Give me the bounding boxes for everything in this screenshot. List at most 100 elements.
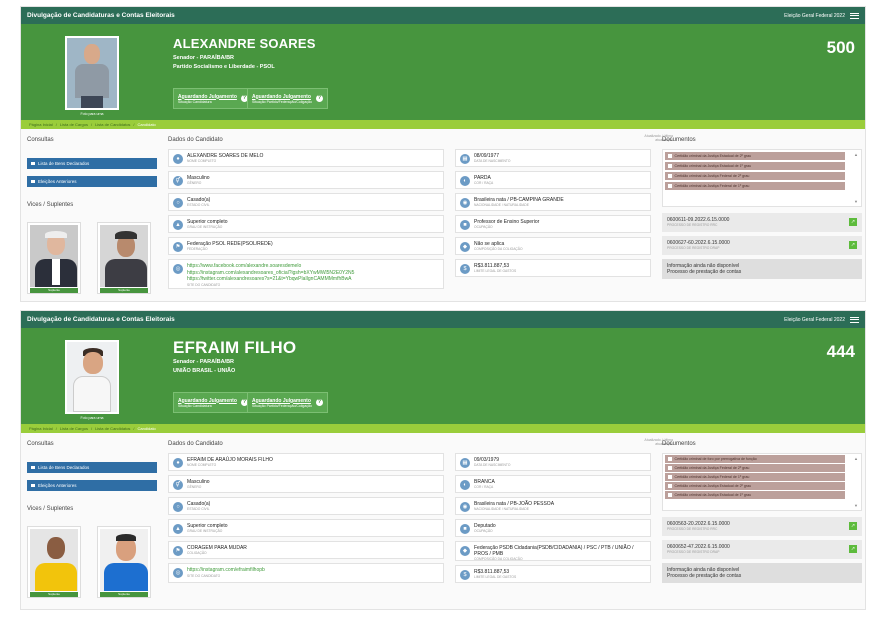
menu-icon[interactable] [850, 12, 859, 19]
candidate-office: Senador - PARAÍBA/BR [173, 359, 235, 365]
race-field: ◐ PARDA Cor / Raça [455, 171, 651, 189]
scroll-up-icon[interactable]: ▲ [854, 152, 858, 157]
scroll-down-icon[interactable]: ▼ [854, 199, 858, 204]
vice-card[interactable]: Suplente [27, 222, 81, 294]
group-icon: ◆ [460, 242, 470, 252]
help-icon[interactable]: ? [315, 399, 323, 406]
list-icon [31, 466, 35, 469]
candidate-number: 500 [826, 38, 855, 57]
document-icon [668, 474, 672, 480]
candidacy-status-button[interactable]: Aguardando Julgamento Situação Candidatur… [173, 88, 253, 109]
document-item[interactable]: Certidão criminal da Justiça Estadual de… [665, 482, 845, 490]
vice-card[interactable]: Suplente [27, 526, 81, 598]
document-icon [668, 483, 672, 489]
scroll-up-icon[interactable]: ▲ [854, 456, 858, 461]
status-subtitle: Situação Candidatura [178, 99, 212, 104]
marital-status-field: ○ Casado(a) Estado civil [168, 193, 444, 211]
open-link-icon[interactable]: ↗ [849, 241, 857, 249]
vice-card[interactable]: Suplente [97, 222, 151, 294]
consultas-title: Consultas [27, 441, 54, 447]
top-bar: Divulgação de Candidaturas e Contas Elei… [21, 311, 865, 328]
process-item[interactable]: 0600627-60.2022.6.15.0000 Processo de reg… [662, 236, 862, 255]
candidate-body: Consultas Dados do Candidato Atualizado … [21, 433, 865, 605]
federation-field: ⚑ Federação PSOL REDE(PSOL/REDE) Federação [168, 237, 444, 255]
candidate-office: Senador - PARAÍBA/BR [173, 55, 235, 61]
document-icon [668, 465, 672, 471]
documents-list[interactable]: Certidão criminal da Justiça Estadual de… [662, 149, 862, 207]
gender-icon: ⚥ [173, 176, 183, 186]
breadcrumb-candidates[interactable]: Lista de Candidatos [95, 122, 130, 127]
education-field: ▲ Superior completo Grau de instrução [168, 215, 444, 233]
candidate-panel: Divulgação de Candidaturas e Contas Elei… [20, 310, 866, 610]
open-link-icon[interactable]: ↗ [849, 522, 857, 530]
breadcrumb: Página Inicial / Lista de Cargos / Lista d… [21, 120, 865, 129]
menu-icon[interactable] [850, 316, 859, 323]
process-item[interactable]: 0600652-47.2022.6.15.0000 Processo de reg… [662, 540, 862, 559]
breadcrumb-home[interactable]: Página Inicial [29, 426, 53, 431]
documentos-title: Documentos [662, 137, 696, 143]
website-link[interactable]: https://instagram.com/efraimfilhopb [187, 567, 265, 574]
website-link[interactable]: https://twitter.com/alexandresoares?s=21… [187, 276, 354, 283]
status-title: Aguardando Julgamento [178, 93, 237, 100]
previous-elections-button[interactable]: Eleições Anteriores [27, 480, 157, 491]
document-item[interactable]: Certidão criminal de foro por prerrogati… [665, 455, 845, 463]
candidate-number: 444 [826, 342, 855, 361]
breadcrumb-offices[interactable]: Lista de Cargos [60, 122, 88, 127]
graduation-icon: ▲ [173, 220, 183, 230]
coalition-field: ◆ Não se aplica Composição da coligação [455, 237, 651, 255]
document-icon [668, 183, 672, 189]
party-status-button[interactable]: Aguardando Julgamento Situação Partido/Fe… [247, 392, 328, 413]
assets-list-button[interactable]: Lista de Bens Declarados [27, 158, 157, 169]
document-item[interactable]: Certidão criminal da Justiça Estadual de… [665, 162, 845, 170]
previous-elections-button[interactable]: Eleições Anteriores [27, 176, 157, 187]
money-icon: $ [460, 264, 470, 274]
breadcrumb-offices[interactable]: Lista de Cargos [60, 426, 88, 431]
vice-card[interactable]: Suplente [97, 526, 151, 598]
documents-list[interactable]: Certidão criminal de foro por prerrogati… [662, 453, 862, 511]
candidate-name: EFRAIM FILHO [173, 338, 297, 357]
document-item[interactable]: Certidão criminal da Justiça Federal de … [665, 464, 845, 472]
palette-icon: ◐ [460, 480, 470, 490]
document-item[interactable]: Certidão criminal da Justiça Federal de … [665, 473, 845, 481]
gender-field: ⚥ Masculino Gênero [168, 475, 444, 493]
candidate-hero: Foto para urna EFRAIM FILHO Senador - PA… [21, 328, 865, 424]
process-item[interactable]: 0600563-20.2022.6.15.0000 Processo de reg… [662, 517, 862, 536]
documentos-title: Documentos [662, 441, 696, 447]
candidate-party: UNIÃO BRASIL - UNIÃO [173, 368, 236, 374]
candidate-hero: Foto para urna ALEXANDRE SOARES Senador … [21, 24, 865, 120]
marital-status-field: ○ Casado(a) Estado civil [168, 497, 444, 515]
election-name[interactable]: Eleição Geral Federal 2022 [784, 317, 845, 323]
ring-icon: ○ [173, 198, 183, 208]
document-item[interactable]: Certidão criminal da Justiça Estadual de… [665, 152, 845, 160]
process-item[interactable]: 0600611-09.2022.6.15.0000 Processo de reg… [662, 213, 862, 232]
breadcrumb-candidates[interactable]: Lista de Candidatos [95, 426, 130, 431]
list-icon [31, 484, 35, 487]
globe-icon: ◎ [173, 264, 183, 274]
assets-list-button[interactable]: Lista de Bens Declarados [27, 462, 157, 473]
status-subtitle: Situação Partido/Federação/Coligação [252, 99, 312, 104]
calendar-icon: ▦ [460, 154, 470, 164]
spending-limit-field: $ R$3.811.887,53 Limite legal de gastos [455, 259, 651, 277]
party-status-button[interactable]: Aguardando Julgamento Situação Partido/Fe… [247, 88, 328, 109]
person-icon: ● [173, 458, 183, 468]
status-title: Aguardando Julgamento [178, 397, 237, 404]
app-title: Divulgação de Candidaturas e Contas Elei… [27, 316, 175, 323]
breadcrumb-home[interactable]: Página Inicial [29, 122, 53, 127]
help-icon[interactable]: ? [315, 95, 323, 102]
open-link-icon[interactable]: ↗ [849, 218, 857, 226]
document-item[interactable]: Certidão criminal da Justiça Federal de … [665, 182, 845, 190]
birthdate-field: ▦ 09/03/1979 Data de nascimento [455, 453, 651, 471]
status-subtitle: Situação Partido/Federação/Coligação [252, 403, 312, 408]
candidacy-status-button[interactable]: Aguardando Julgamento Situação Candidatur… [173, 392, 253, 413]
person-icon: ● [173, 154, 183, 164]
occupation-field: ■ Professor de Ensino Superior Ocupação [455, 215, 651, 233]
open-link-icon[interactable]: ↗ [849, 545, 857, 553]
document-item[interactable]: Certidão criminal da Justiça Federal de … [665, 172, 845, 180]
graduation-icon: ▲ [173, 524, 183, 534]
document-item[interactable]: Certidão criminal da Justiça Estadual de… [665, 491, 845, 499]
accounts-info: Informação ainda não disponível Processo … [662, 563, 862, 583]
scroll-down-icon[interactable]: ▼ [854, 503, 858, 508]
election-name[interactable]: Eleição Geral Federal 2022 [784, 13, 845, 19]
consultas-title: Consultas [27, 137, 54, 143]
status-title: Aguardando Julgamento [252, 397, 311, 404]
